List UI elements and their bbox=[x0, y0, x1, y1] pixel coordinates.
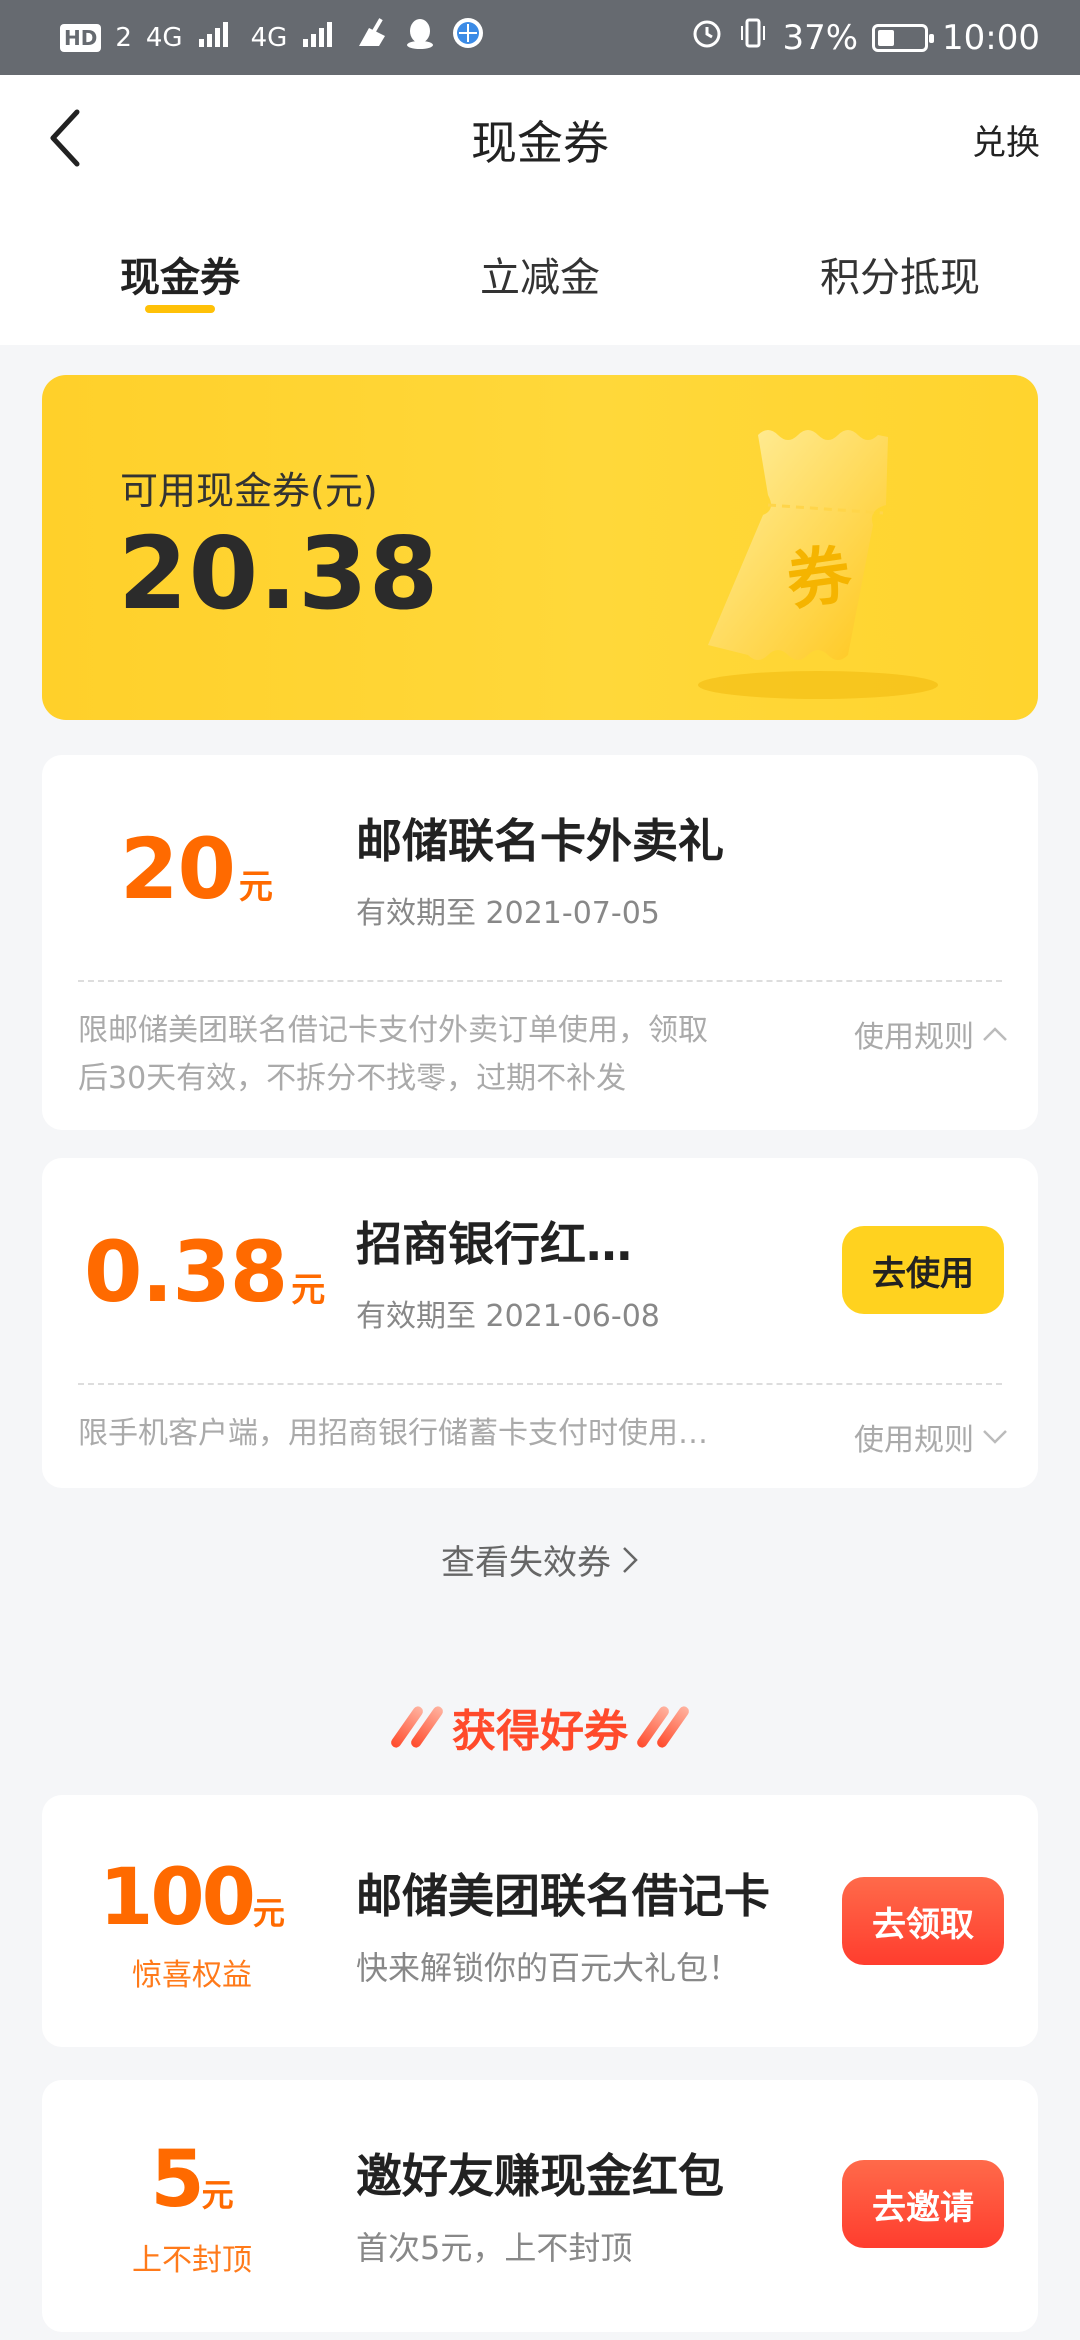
clock: 10:00 bbox=[942, 17, 1040, 58]
status-bar: HD 2 4G 4G 37% 10:00 bbox=[0, 0, 1080, 75]
promo-description: 快来解锁你的百元大礼包！ bbox=[356, 1949, 741, 1987]
qq-icon bbox=[403, 16, 437, 59]
promo-amount: 100元 bbox=[99, 1853, 285, 1943]
promo-subtitle: 惊喜权益 bbox=[132, 1958, 252, 1993]
ticket-char: 券 bbox=[782, 538, 857, 620]
balance-card: 可用现金券(元) 20.38 券 bbox=[42, 375, 1038, 720]
coupon-title: 邮储联名卡外卖礼 bbox=[356, 814, 724, 868]
signal-icon bbox=[197, 18, 237, 58]
coupon-card[interactable]: 0.38 元 招商银行红… 有效期至 2021-06-08 去使用 限手机客户端，… bbox=[42, 1158, 1038, 1488]
use-coupon-button[interactable]: 去使用 bbox=[842, 1226, 1004, 1314]
chevron-down-icon bbox=[983, 1430, 1007, 1444]
claim-button[interactable]: 去领取 bbox=[842, 1877, 1004, 1965]
page-title: 现金券 bbox=[471, 116, 609, 170]
coupon-amount: 0.38 元 bbox=[84, 1223, 326, 1321]
nav-bar: 现金券 兑换 bbox=[0, 75, 1080, 205]
ticket-illustration: 券 bbox=[698, 430, 938, 699]
view-expired-link[interactable]: 查看失效券 bbox=[0, 1535, 1080, 1584]
alarm-icon bbox=[690, 16, 724, 59]
coupon-description: 限手机客户端，用招商银行储蓄卡支付时使用… bbox=[78, 1416, 708, 1451]
divider bbox=[78, 1383, 1002, 1385]
vibrate-icon bbox=[738, 16, 768, 59]
coupon-title: 招商银行红… bbox=[356, 1217, 632, 1271]
chevron-left-icon bbox=[50, 109, 80, 167]
sim-slot-label: 2 bbox=[115, 22, 132, 53]
signal-icon bbox=[301, 18, 341, 58]
back-button[interactable] bbox=[30, 103, 100, 173]
decorative-slashes bbox=[635, 1703, 691, 1751]
section-header: 获得好券 bbox=[0, 1695, 1080, 1759]
coupon-validity: 有效期至 2021-06-08 bbox=[356, 1299, 660, 1334]
tab-cash-coupon[interactable]: 现金券 bbox=[0, 205, 360, 345]
promo-card[interactable]: 5元 上不封顶 邀好友赚现金红包 首次5元，上不封顶 去邀请 bbox=[42, 2080, 1038, 2332]
balance-amount: 20.38 bbox=[118, 515, 440, 632]
invite-button[interactable]: 去邀请 bbox=[842, 2160, 1004, 2248]
chevron-right-icon bbox=[623, 1546, 638, 1573]
divider bbox=[78, 980, 1002, 982]
network-type-2: 4G bbox=[250, 22, 288, 53]
coupon-description: 限邮储美团联名借记卡支付外卖订单使用，领取 后30天有效，不拆分不找零，过期不补… bbox=[78, 1013, 708, 1096]
chevron-up-icon bbox=[983, 1027, 1007, 1041]
battery-percent: 37% bbox=[782, 17, 859, 58]
coupon-validity: 有效期至 2021-07-05 bbox=[356, 896, 660, 931]
cleaner-icon bbox=[355, 16, 389, 59]
promo-card[interactable]: 100元 惊喜权益 邮储美团联名借记卡 快来解锁你的百元大礼包！ 去领取 bbox=[42, 1795, 1038, 2047]
promo-description: 首次5元，上不封顶 bbox=[356, 2229, 633, 2267]
browser-icon bbox=[451, 16, 485, 59]
promo-title: 邮储美团联名借记卡 bbox=[356, 1869, 770, 1923]
tab-label: 现金券 bbox=[120, 255, 240, 301]
tab-label: 立减金 bbox=[480, 255, 600, 301]
coupon-amount: 20 元 bbox=[120, 820, 273, 918]
promo-amount: 5元 bbox=[150, 2135, 234, 2225]
tab-label: 积分抵现 bbox=[820, 255, 980, 301]
usage-rules-toggle[interactable]: 使用规则 bbox=[854, 1012, 1008, 1056]
promo-title: 邀好友赚现金红包 bbox=[356, 2149, 724, 2203]
decorative-slashes bbox=[389, 1703, 445, 1751]
tab-instant-discount[interactable]: 立减金 bbox=[360, 205, 720, 345]
section-title: 获得好券 bbox=[452, 1706, 628, 1757]
promo-subtitle: 上不封顶 bbox=[132, 2243, 252, 2278]
network-type-1: 4G bbox=[145, 22, 183, 53]
tab-bar: 现金券 立减金 积分抵现 bbox=[0, 205, 1080, 345]
balance-label: 可用现金券(元) bbox=[120, 469, 378, 513]
tab-points-cash[interactable]: 积分抵现 bbox=[720, 205, 1080, 345]
coupon-card[interactable]: 20 元 邮储联名卡外卖礼 有效期至 2021-07-05 限邮储美团联名借记卡支… bbox=[42, 755, 1038, 1130]
tab-active-indicator bbox=[145, 305, 215, 313]
hd-badge: HD bbox=[60, 23, 102, 52]
usage-rules-toggle[interactable]: 使用规则 bbox=[854, 1415, 1008, 1459]
exchange-button[interactable]: 兑换 bbox=[972, 115, 1040, 164]
battery-icon bbox=[872, 23, 935, 52]
